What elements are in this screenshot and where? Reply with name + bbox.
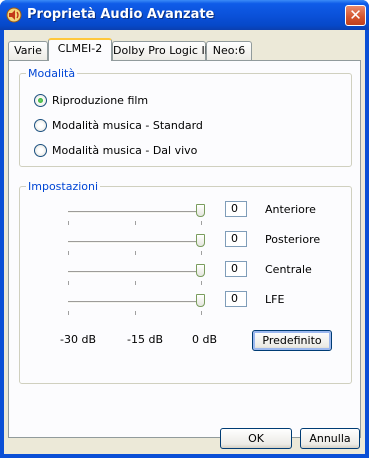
tab-varie[interactable]: Varie [8, 41, 48, 60]
slider-track[interactable] [68, 211, 202, 214]
slider-tick [201, 281, 202, 285]
value-field[interactable]: 0 [225, 201, 247, 217]
scale-label-min: -30 dB [60, 333, 96, 346]
tab-clmei-2[interactable]: CLMEI-2 [48, 38, 112, 61]
slider-track[interactable] [68, 241, 202, 244]
dialog-client: Varie CLMEI-2 Dolby Pro Logic IIx Neo:6 … [4, 30, 365, 454]
radio-button[interactable] [34, 119, 47, 132]
close-icon: ✕ [349, 6, 362, 24]
slider-track[interactable] [68, 301, 202, 304]
channel-label: Posteriore [265, 233, 321, 246]
radio-button[interactable] [34, 144, 47, 157]
radio-selected-dot [38, 98, 43, 103]
scale-label-mid: -15 dB [127, 333, 163, 346]
slider-track[interactable] [68, 271, 202, 274]
value-field[interactable]: 0 [225, 231, 247, 247]
tab-label: Dolby Pro Logic IIx [113, 44, 215, 57]
channel-label: Anteriore [265, 203, 316, 216]
slider-tick [68, 251, 69, 255]
slider-tick [201, 221, 202, 225]
value-field[interactable]: 0 [225, 291, 247, 307]
slider-tick [135, 251, 136, 255]
tab-neo6[interactable]: Neo:6 [206, 41, 252, 60]
window-title: Proprietà Audio Avanzate [27, 7, 215, 22]
radio-button[interactable] [34, 94, 47, 107]
slider-row-anteriore: 0 Anteriore [20, 201, 360, 231]
tab-label: Neo:6 [212, 44, 246, 57]
slider-thumb[interactable] [196, 294, 205, 307]
slider-row-centrale: 0 Centrale [20, 261, 360, 291]
channel-label: LFE [265, 293, 285, 306]
annulla-button[interactable]: Annulla [300, 428, 360, 449]
close-button[interactable]: ✕ [345, 5, 366, 26]
radio-label: Modalità musica - Dal vivo [52, 144, 198, 157]
slider-thumb[interactable] [196, 204, 205, 217]
slider-tick [135, 281, 136, 285]
slider-tick [135, 221, 136, 225]
slider-row-lfe: 0 LFE [20, 291, 360, 321]
ok-button[interactable]: OK [220, 428, 292, 449]
slider-tick [135, 311, 136, 315]
slider-tick [68, 221, 69, 225]
channel-label: Centrale [265, 263, 312, 276]
dialog-window: Proprietà Audio Avanzate ✕ Varie CLMEI-2… [0, 0, 369, 458]
speaker-icon [6, 7, 22, 23]
slider-tick [68, 311, 69, 315]
tab-label: CLMEI-2 [57, 42, 103, 55]
predefinito-button[interactable]: Predefinito [252, 330, 332, 351]
modalita-group: Modalità Riproduzione film Modalità musi… [19, 67, 352, 167]
value-field[interactable]: 0 [225, 261, 247, 277]
impostazioni-group: Impostazioni 0 Anteriore 0 Posteriore 0 … [19, 180, 352, 384]
radio-label: Modalità musica - Standard [52, 119, 203, 132]
group-label: Impostazioni [26, 180, 101, 193]
slider-row-posteriore: 0 Posteriore [20, 231, 360, 261]
tab-dolby-pro-logic[interactable]: Dolby Pro Logic IIx [112, 41, 214, 60]
slider-tick [68, 281, 69, 285]
tab-label: Varie [14, 44, 42, 57]
group-label: Modalità [26, 67, 78, 80]
slider-thumb[interactable] [196, 234, 205, 247]
radio-label: Riproduzione film [52, 94, 149, 107]
tab-strip: Varie CLMEI-2 Dolby Pro Logic IIx Neo:6 [8, 38, 358, 61]
title-bar[interactable]: Proprietà Audio Avanzate ✕ [0, 0, 369, 30]
slider-thumb[interactable] [196, 264, 205, 277]
slider-tick [201, 251, 202, 255]
slider-tick [201, 311, 202, 315]
scale-label-max: 0 dB [192, 333, 218, 346]
tab-panel: Modalità Riproduzione film Modalità musi… [8, 60, 361, 438]
